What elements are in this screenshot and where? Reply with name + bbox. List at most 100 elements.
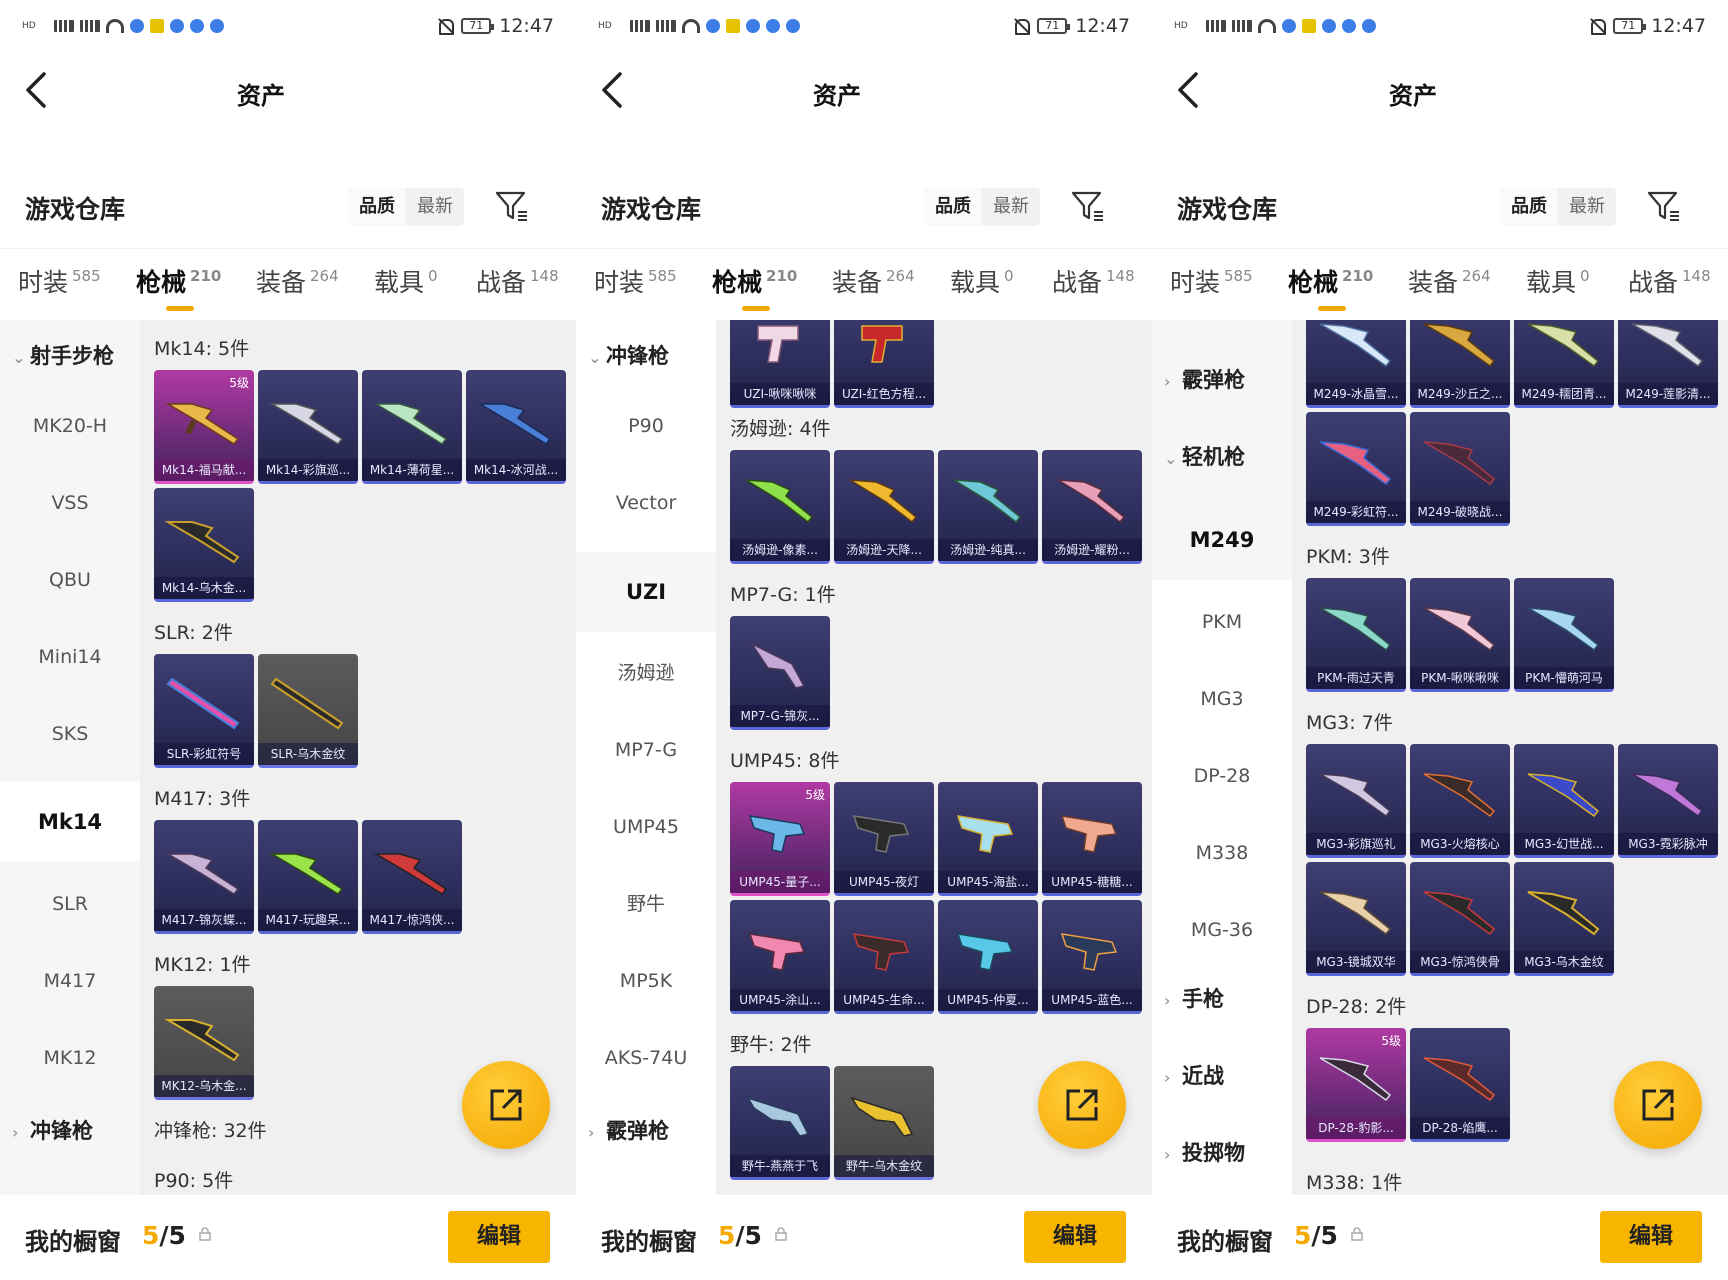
item-card[interactable]: MG3-彩旗巡礼	[1306, 744, 1406, 858]
item-card[interactable]: M249-莲影清...	[1618, 320, 1718, 408]
item-card[interactable]: MG3-幻世战...	[1514, 744, 1614, 858]
item-card[interactable]: M417-惊鸿侠...	[362, 820, 462, 934]
item-card[interactable]: MP7-G-锦灰...	[730, 616, 830, 730]
item-card[interactable]: MG3-惊鸿侠骨	[1410, 862, 1510, 976]
sidebar-item[interactable]: P90	[576, 390, 716, 462]
item-card[interactable]: UMP45-仲夏...	[938, 900, 1038, 1014]
item-card[interactable]: SLR-乌木金纹	[258, 654, 358, 768]
sidebar-item[interactable]: SKS	[0, 698, 140, 770]
tab-supplies[interactable]: 战备 148	[1052, 263, 1135, 299]
sidebar-item[interactable]: PKM	[1152, 586, 1292, 658]
tab-fashion[interactable]: 时装 585	[594, 263, 677, 299]
item-card[interactable]: PKM-懵萌河马	[1514, 578, 1614, 692]
item-card[interactable]: M417-玩趣呆...	[258, 820, 358, 934]
sidebar-item[interactable]: MP5K	[576, 945, 716, 1017]
item-card[interactable]: 汤姆逊-天降...	[834, 450, 934, 564]
sidebar-item[interactable]: MG-36	[1152, 894, 1292, 966]
item-card[interactable]: MG3-霓彩脉冲	[1618, 744, 1718, 858]
tab-firearms[interactable]: 枪械 210	[136, 263, 221, 311]
share-button[interactable]	[1038, 1061, 1126, 1149]
item-card[interactable]: PKM-雨过天青	[1306, 578, 1406, 692]
item-card[interactable]: 汤姆逊-耀粉...	[1042, 450, 1142, 564]
sidebar-item[interactable]: Vector	[576, 467, 716, 539]
item-card[interactable]: Mk14-乌木金...	[154, 488, 254, 602]
sidebar-category-shotgun[interactable]: › 霰弹枪	[576, 1095, 716, 1167]
sort-latest[interactable]: 最新	[982, 188, 1040, 226]
sidebar-category-melee[interactable]: › 近战	[1152, 1040, 1292, 1112]
item-card[interactable]: M249-彩虹符...	[1306, 412, 1406, 526]
sidebar-category-pistol[interactable]: › 手枪	[1152, 963, 1292, 1035]
sidebar-item[interactable]: UMP45	[576, 791, 716, 863]
item-card[interactable]: 5级 DP-28-豹影...	[1306, 1028, 1406, 1142]
tab-firearms[interactable]: 枪械 210	[1288, 263, 1373, 311]
item-card[interactable]: Mk14-冰河战...	[466, 370, 566, 484]
sort-quality[interactable]: 品质	[924, 188, 982, 226]
sidebar-item[interactable]: AKS-74U	[576, 1022, 716, 1094]
sidebar-item[interactable]: MK12	[0, 1022, 140, 1094]
item-card[interactable]: UZI-红色方程...	[834, 320, 934, 408]
tab-supplies[interactable]: 战备 148	[476, 263, 559, 299]
item-card[interactable]: M249-冰晶雪...	[1306, 320, 1406, 408]
tab-vehicles[interactable]: 载具 0	[950, 263, 1014, 299]
tab-equipment[interactable]: 装备 264	[1408, 263, 1491, 299]
edit-button[interactable]: 编辑	[1600, 1211, 1702, 1263]
tab-vehicles[interactable]: 载具 0	[374, 263, 438, 299]
sidebar-item[interactable]: 野牛	[576, 868, 716, 940]
tab-vehicles[interactable]: 载具 0	[1526, 263, 1590, 299]
item-card[interactable]: 野牛-燕燕于飞	[730, 1066, 830, 1180]
filter-button[interactable]	[1070, 188, 1106, 224]
sidebar-item[interactable]: VSS	[0, 467, 140, 539]
item-card[interactable]: 5级 Mk14-福马献...	[154, 370, 254, 484]
item-card[interactable]: M249-沙丘之...	[1410, 320, 1510, 408]
item-card[interactable]: M249-糯团青...	[1514, 320, 1614, 408]
item-card[interactable]: SLR-彩虹符号	[154, 654, 254, 768]
sidebar-item[interactable]: Mini14	[0, 621, 140, 693]
sidebar-item[interactable]: 汤姆逊	[576, 637, 716, 709]
item-card[interactable]: 野牛-乌木金纹	[834, 1066, 934, 1180]
item-card[interactable]: PKM-啾咪啾咪	[1410, 578, 1510, 692]
item-card[interactable]: M417-锦灰蝶...	[154, 820, 254, 934]
sidebar-item[interactable]: QBU	[0, 544, 140, 616]
sidebar-category-smg[interactable]: ⌄ 冲锋枪	[576, 320, 716, 392]
sidebar-item-selected[interactable]: Mk14	[0, 782, 140, 862]
filter-button[interactable]	[494, 188, 530, 224]
item-card[interactable]: MK12-乌木金...	[154, 986, 254, 1100]
tab-equipment[interactable]: 装备 264	[832, 263, 915, 299]
item-card[interactable]: 汤姆逊-像素...	[730, 450, 830, 564]
sidebar-category-marksman[interactable]: ⌄ 射手步枪	[0, 320, 140, 392]
tab-fashion[interactable]: 时装 585	[1170, 263, 1253, 299]
edit-button[interactable]: 编辑	[1024, 1211, 1126, 1263]
share-button[interactable]	[1614, 1061, 1702, 1149]
sidebar-item[interactable]: DP-28	[1152, 740, 1292, 812]
tab-equipment[interactable]: 装备 264	[256, 263, 339, 299]
item-card[interactable]: UMP45-蓝色...	[1042, 900, 1142, 1014]
tab-firearms[interactable]: 枪械 210	[712, 263, 797, 311]
item-card[interactable]: Mk14-薄荷星...	[362, 370, 462, 484]
sidebar-item[interactable]: MP7-G	[576, 714, 716, 786]
item-card[interactable]: UZI-啾咪啾咪	[730, 320, 830, 408]
sidebar-item[interactable]: M338	[1152, 817, 1292, 889]
sidebar-category-shotgun[interactable]: › 霰弹枪	[1152, 344, 1292, 416]
tab-supplies[interactable]: 战备 148	[1628, 263, 1711, 299]
edit-button[interactable]: 编辑	[448, 1211, 550, 1263]
item-card[interactable]: M249-破晓战...	[1410, 412, 1510, 526]
sidebar-item[interactable]: SLR	[0, 868, 140, 940]
item-card[interactable]: MG3-镜城双华	[1306, 862, 1406, 976]
sort-latest[interactable]: 最新	[1558, 188, 1616, 226]
item-card[interactable]: MG3-火熔核心	[1410, 744, 1510, 858]
sort-latest[interactable]: 最新	[406, 188, 464, 226]
sidebar-item[interactable]: M417	[0, 945, 140, 1017]
sidebar-item[interactable]: MG3	[1152, 663, 1292, 735]
sidebar-item-selected[interactable]: M249	[1152, 500, 1292, 580]
item-card[interactable]: UMP45-海盐...	[938, 782, 1038, 896]
sidebar-category-lmg[interactable]: ⌄ 轻机枪	[1152, 421, 1292, 493]
item-card[interactable]: 5级 UMP45-量子...	[730, 782, 830, 896]
item-card[interactable]: UMP45-涂山...	[730, 900, 830, 1014]
item-card[interactable]: Mk14-彩旗巡...	[258, 370, 358, 484]
sidebar-category-throwable[interactable]: › 投掷物	[1152, 1117, 1292, 1189]
sort-quality[interactable]: 品质	[1500, 188, 1558, 226]
item-card[interactable]: DP-28-焰鹰...	[1410, 1028, 1510, 1142]
share-button[interactable]	[462, 1061, 550, 1149]
item-card[interactable]: MG3-乌木金纹	[1514, 862, 1614, 976]
item-card[interactable]: UMP45-夜灯	[834, 782, 934, 896]
